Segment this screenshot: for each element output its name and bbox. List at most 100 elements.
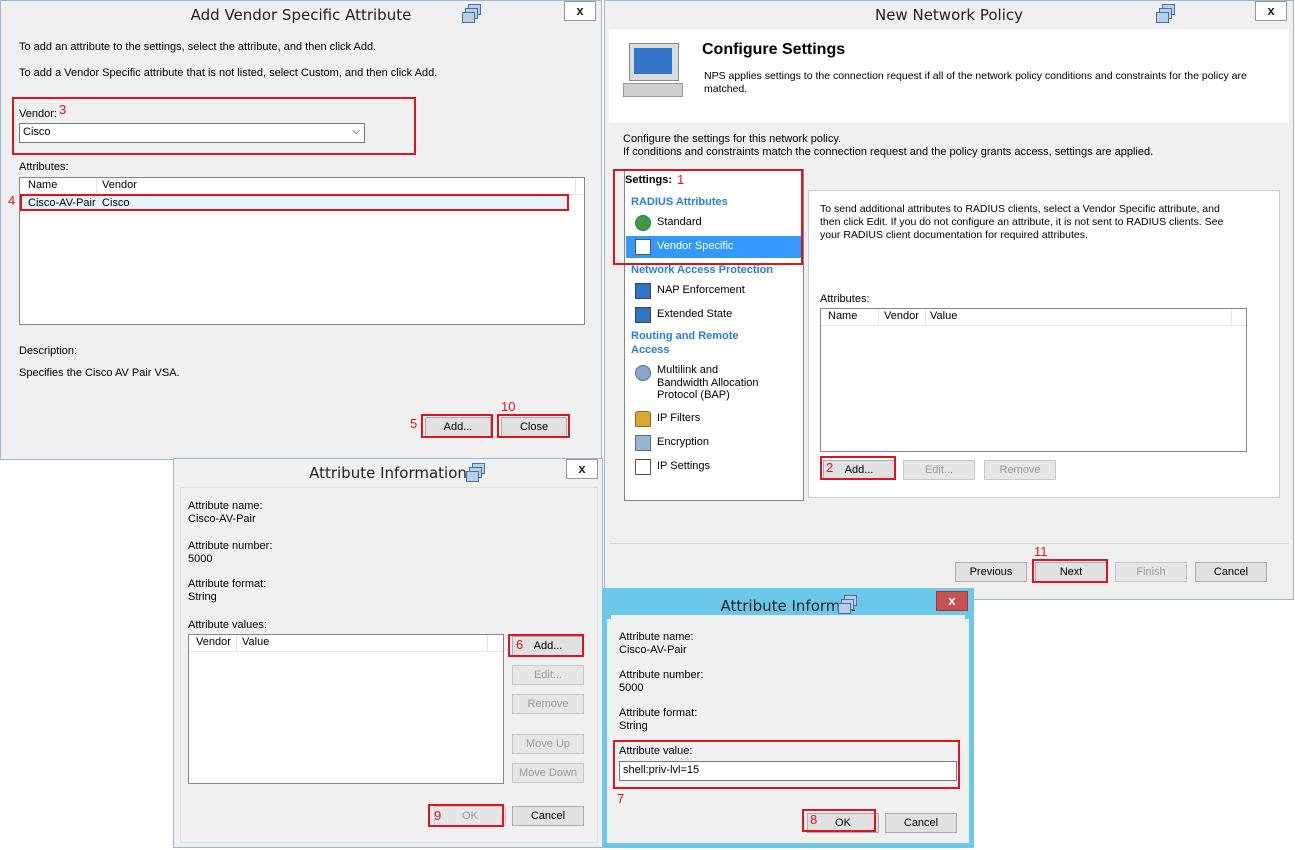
- attr-values-label: Attribute values:: [188, 619, 267, 631]
- column-header-vendor[interactable]: Vendor: [196, 636, 231, 648]
- attr-info-titlebar[interactable]: Attribute Information x: [174, 459, 602, 485]
- attr-format-value: String: [619, 720, 648, 732]
- policy-intro-1: Configure the settings for this network …: [623, 133, 842, 145]
- values-move-up-button[interactable]: Move Up: [512, 734, 584, 754]
- panel-attributes-label: Attributes:: [820, 293, 870, 305]
- network-icon: [635, 435, 651, 451]
- nav-item-encryption[interactable]: Encryption: [633, 432, 809, 454]
- attr-value-title: Attribute Informat: [720, 597, 856, 615]
- values-edit-button[interactable]: Edit...: [512, 665, 584, 685]
- attr-info-title: Attribute Information: [309, 464, 467, 482]
- step-number-3: 3: [59, 102, 67, 117]
- description-text: Specifies the Cisco AV Pair VSA.: [19, 367, 180, 379]
- column-header-value[interactable]: Value: [930, 310, 957, 322]
- column-header-name[interactable]: Name: [28, 179, 57, 191]
- column-header-value[interactable]: Value: [242, 636, 269, 648]
- vsa-titlebar[interactable]: Add Vendor Specific Attribute x: [1, 1, 601, 27]
- window-stack-icon: [838, 595, 859, 614]
- window-stack-icon: [1156, 4, 1177, 23]
- highlight-vendor: [12, 97, 416, 155]
- panel-description: To send additional attributes to RADIUS …: [820, 203, 1224, 241]
- nav-item-nap-enforcement-label: NAP Enforcement: [657, 284, 745, 296]
- panel-remove-button[interactable]: Remove: [984, 460, 1056, 480]
- panel-edit-button[interactable]: Edit...: [903, 460, 975, 480]
- vsa-title: Add Vendor Specific Attribute: [190, 6, 412, 24]
- policy-header-band: Configure Settings NPS applies settings …: [609, 29, 1289, 123]
- step-number-7: 7: [617, 791, 625, 806]
- attr-format-label: Attribute format:: [619, 707, 698, 719]
- nav-item-multilink-line-1: Multilink and: [657, 364, 719, 376]
- highlight-attribute-row: [20, 194, 569, 211]
- column-header-vendor[interactable]: Vendor: [884, 310, 919, 322]
- vsa-close-icon[interactable]: x: [564, 1, 596, 21]
- attr-value-close-icon[interactable]: x: [936, 591, 968, 611]
- values-remove-button[interactable]: Remove: [512, 694, 584, 714]
- nav-item-extended-state-label: Extended State: [657, 308, 733, 320]
- attr-value-cancel-button[interactable]: Cancel: [885, 813, 957, 833]
- monitor-check-icon: [635, 307, 651, 323]
- attr-name-value: Cisco-AV-Pair: [619, 644, 687, 656]
- monitor-shield-icon: [635, 283, 651, 299]
- nap-header: Network Access Protection: [631, 264, 774, 276]
- pie-chart-icon: [635, 365, 651, 381]
- column-header-vendor[interactable]: Vendor: [102, 179, 137, 191]
- list-header: Name Vendor: [20, 178, 584, 195]
- footer-separator: [609, 543, 1289, 544]
- attr-value-dialog: Attribute Informat x Attribute name: Cis…: [602, 588, 974, 848]
- highlight-settings-nav: [613, 169, 803, 265]
- policy-window: New Network Policy x Configure Settings …: [604, 0, 1294, 600]
- policy-titlebar[interactable]: New Network Policy x: [605, 1, 1293, 27]
- vsa-instruction-2: To add a Vendor Specific attribute that …: [19, 67, 438, 79]
- highlight-vsa-close: [497, 414, 570, 438]
- nav-item-ip-filters[interactable]: IP Filters: [633, 408, 809, 430]
- previous-button[interactable]: Previous: [955, 562, 1027, 582]
- attr-info-cancel-button[interactable]: Cancel: [512, 806, 584, 826]
- step-number-11: 11: [1034, 544, 1048, 559]
- list-header: Vendor Value: [189, 635, 503, 652]
- nav-item-ip-settings[interactable]: IP Settings: [633, 456, 809, 478]
- policy-close-icon[interactable]: x: [1255, 1, 1287, 21]
- attr-number-label: Attribute number:: [619, 669, 704, 681]
- nav-item-extended-state[interactable]: Extended State: [633, 304, 809, 326]
- checkbox-form-icon: [635, 459, 651, 475]
- vendor-specific-panel: To send additional attributes to RADIUS …: [808, 190, 1280, 498]
- highlight-vsa-add: [421, 414, 493, 438]
- attr-format-value: String: [188, 591, 217, 603]
- nav-item-nap-enforcement[interactable]: NAP Enforcement: [633, 280, 809, 302]
- step-number-8: 8: [810, 812, 818, 827]
- nav-item-ip-settings-label: IP Settings: [657, 460, 710, 472]
- description-label: Description:: [19, 345, 78, 357]
- attr-values-list[interactable]: Vendor Value: [188, 634, 504, 784]
- nav-item-multilink[interactable]: Multilink and Bandwidth Allocation Proto…: [633, 362, 809, 404]
- values-move-down-button[interactable]: Move Down: [512, 763, 584, 783]
- vsa-instruction-1: To add an attribute to the settings, sel…: [19, 41, 377, 53]
- step-number-4: 4: [8, 193, 16, 208]
- attr-info-close-icon[interactable]: x: [566, 459, 598, 479]
- finish-button[interactable]: Finish: [1115, 562, 1187, 582]
- nav-item-multilink-line-2: Bandwidth Allocation: [657, 377, 759, 389]
- policy-title: New Network Policy: [874, 6, 1024, 24]
- attr-format-label: Attribute format:: [188, 578, 267, 590]
- nav-item-ip-filters-label: IP Filters: [657, 412, 701, 424]
- window-stack-icon: [466, 463, 487, 482]
- vsa-dialog: Add Vendor Specific Attribute x To add a…: [0, 0, 602, 460]
- configure-settings-heading: Configure Settings: [702, 41, 846, 58]
- policy-intro-2: If conditions and constraints match the …: [623, 146, 1154, 158]
- step-number-6: 6: [516, 637, 524, 652]
- step-number-5: 5: [410, 416, 418, 431]
- routing-header-line-2: Access: [631, 344, 670, 356]
- step-number-2: 2: [826, 460, 834, 475]
- panel-attributes-list[interactable]: Name Vendor Value: [820, 308, 1247, 452]
- column-header-name[interactable]: Name: [828, 310, 857, 322]
- attr-number-label: Attribute number:: [188, 540, 273, 552]
- list-header: Name Vendor Value: [821, 309, 1246, 326]
- attr-value-body: Attribute name: Cisco-AV-Pair Attribute …: [611, 615, 965, 839]
- step-number-10: 10: [501, 399, 516, 414]
- attr-name-value: Cisco-AV-Pair: [188, 513, 256, 525]
- nav-item-encryption-label: Encryption: [657, 436, 709, 448]
- cancel-button[interactable]: Cancel: [1195, 562, 1267, 582]
- highlight-next: [1032, 559, 1108, 583]
- step-number-9: 9: [434, 808, 442, 823]
- window-stack-icon: [462, 4, 483, 23]
- attr-number-value: 5000: [188, 553, 213, 565]
